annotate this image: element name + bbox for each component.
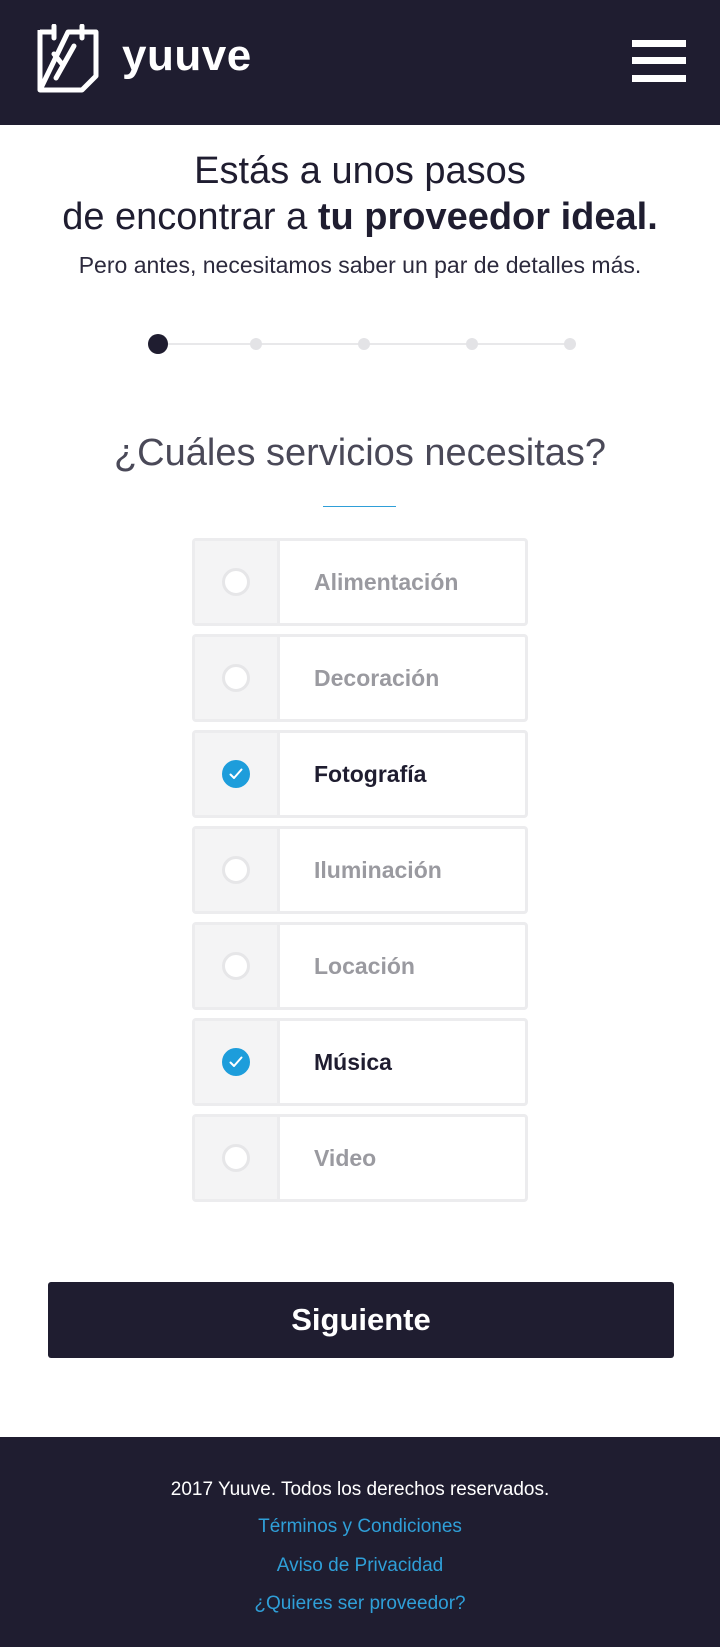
checkbox-circle-icon[interactable]	[222, 952, 250, 980]
terms-link[interactable]: Términos y Condiciones	[0, 1516, 720, 1538]
hero-title-prefix: de encontrar a	[62, 196, 318, 238]
service-option[interactable]: Iluminación	[192, 826, 528, 914]
service-option[interactable]: Alimentación	[192, 538, 528, 626]
hero-title-line1: Estás a unos pasos	[194, 150, 526, 192]
services-options: Alimentación Decoración Fotografía Ilumi…	[192, 538, 528, 1210]
question-title: ¿Cuáles servicios necesitas?	[113, 432, 607, 474]
service-option-label: Decoración	[314, 664, 440, 691]
progress-stepper	[148, 334, 578, 354]
brand-logo[interactable]: yuuve	[34, 24, 252, 94]
site-footer: 2017 Yuuve. Todos los derechos reservado…	[0, 1437, 720, 1647]
next-button[interactable]: Siguiente	[48, 1282, 674, 1358]
step-dot-1	[148, 334, 168, 354]
service-option[interactable]: Música	[192, 1018, 528, 1106]
calendar-check-icon	[37, 24, 99, 93]
provider-link[interactable]: ¿Quieres ser proveedor?	[0, 1593, 720, 1615]
service-option[interactable]: Decoración	[192, 634, 528, 722]
copyright-text: 2017 Yuuve. Todos los derechos reservado…	[170, 1479, 550, 1500]
step-dot-2	[250, 338, 262, 350]
hero-section: Estás a unos pasos de encontrar a tu pro…	[0, 148, 720, 279]
step-dot-3	[358, 338, 370, 350]
checkbox-circle-icon[interactable]	[222, 760, 250, 788]
privacy-link[interactable]: Aviso de Privacidad	[0, 1555, 720, 1577]
brand-name: yuuve	[122, 31, 252, 80]
service-option[interactable]: Fotografía	[192, 730, 528, 818]
checkbox-circle-icon[interactable]	[222, 856, 250, 884]
question-underline	[323, 506, 396, 507]
service-option-label: Video	[314, 1144, 377, 1171]
hero-subtitle: Pero antes, necesitamos saber un par de …	[78, 252, 642, 278]
service-option-label: Fotografía	[314, 760, 427, 787]
hamburger-menu-icon[interactable]	[632, 40, 686, 82]
site-header: yuuve	[0, 0, 720, 125]
step-dot-4	[466, 338, 478, 350]
checkbox-circle-icon[interactable]	[222, 1144, 250, 1172]
hero-title-line2: de encontrar a tu proveedor ideal.	[0, 194, 720, 240]
checkbox-circle-icon[interactable]	[222, 1048, 250, 1076]
step-dot-5	[564, 338, 576, 350]
hero-title-bold: tu proveedor ideal.	[317, 196, 658, 238]
service-option-label: Música	[314, 1048, 392, 1075]
service-option-label: Alimentación	[314, 568, 459, 595]
checkbox-circle-icon[interactable]	[222, 664, 250, 692]
checkbox-circle-icon[interactable]	[222, 568, 250, 596]
service-option[interactable]: Video	[192, 1114, 528, 1202]
service-option[interactable]: Locación	[192, 922, 528, 1010]
service-option-label: Locación	[314, 952, 415, 979]
service-option-label: Iluminación	[314, 856, 442, 883]
